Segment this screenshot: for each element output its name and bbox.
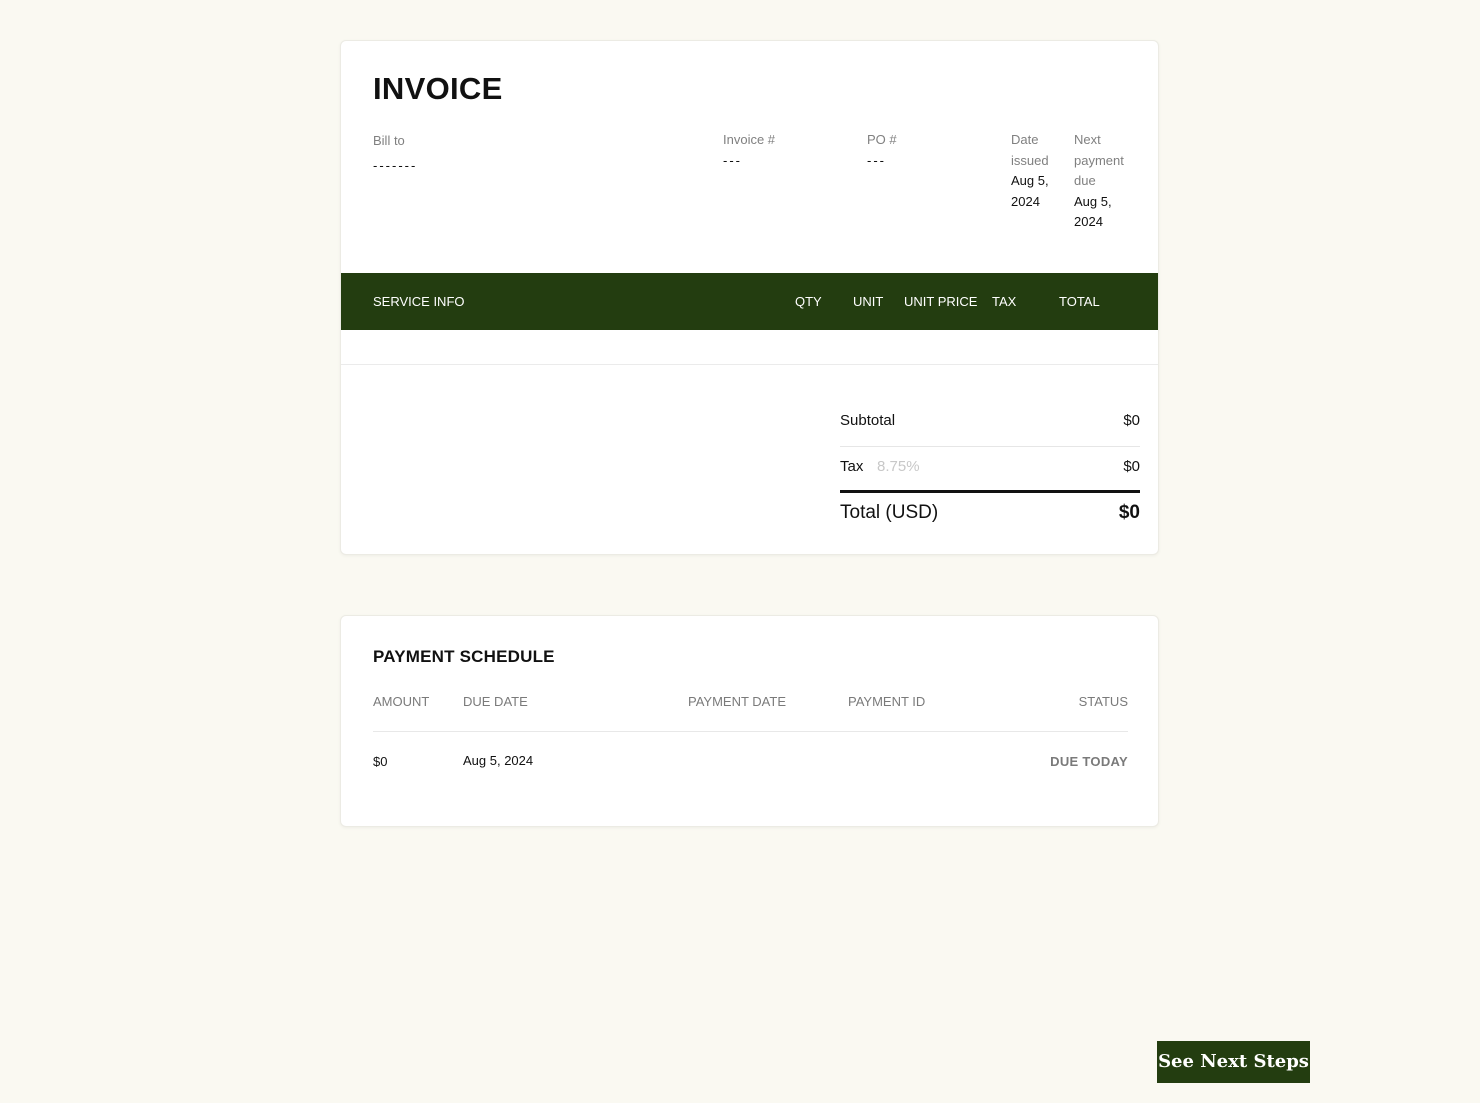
col-service-info: SERVICE INFO [373,294,465,309]
invoice-number-block: Invoice # --- [723,130,775,171]
date-issued-value: Aug 5, 2024 [1011,173,1049,209]
bill-to-block: Bill to ------- [373,131,417,176]
row-due-date: Aug 5, 2024 [463,753,534,768]
date-issued-label: Date issued [1011,132,1049,168]
row-amount: $0 [373,754,388,769]
col-amount: AMOUNT [373,694,430,709]
po-number-value: --- [867,152,886,168]
po-number-block: PO # --- [867,130,897,171]
total-value: $0 [1118,502,1140,523]
invoice-card: INVOICE Bill to ------- Invoice # --- PO… [340,40,1159,555]
next-payment-value: Aug 5, 2024 [1074,193,1112,230]
subtotal-value: $0 [1123,412,1140,429]
col-unit-price: UNIT PRICE [904,294,978,309]
invoice-title: INVOICE [373,71,503,106]
tax-label: Tax [840,458,864,475]
col-status: STATUS [1078,694,1128,709]
tax-rate: 8.75% [877,458,920,475]
col-tax: TAX [992,294,1017,309]
subtotal-label: Subtotal [840,412,896,429]
subtotal-divider [840,446,1140,447]
col-payment-id: PAYMENT ID [848,694,926,709]
next-payment-block: Next payment due Aug 5, 2024 [1074,130,1136,233]
status-badge: DUE TODAY [1050,754,1128,769]
date-issued-block: Date issued Aug 5, 2024 [1011,130,1057,212]
service-table-header: SERVICE INFO QTY UNIT UNIT PRICE TAX TOT… [341,273,1158,330]
bill-to-label: Bill to [373,133,405,148]
col-due-date: DUE DATE [463,694,528,709]
next-payment-label: Next payment due [1074,132,1124,188]
payment-schedule-title: PAYMENT SCHEDULE [373,647,555,666]
invoice-number-value: --- [723,152,742,168]
col-qty: QTY [795,294,822,309]
schedule-divider [373,731,1128,732]
total-divider [840,490,1140,493]
tax-value: $0 [1123,458,1140,475]
col-payment-date: PAYMENT DATE [688,694,786,709]
payment-schedule-card: PAYMENT SCHEDULE AMOUNT DUE DATE PAYMENT… [340,615,1159,827]
see-next-steps-button[interactable]: See Next Steps [1157,1041,1310,1083]
col-unit: UNIT [853,294,884,309]
col-total: TOTAL [1059,294,1100,309]
total-label: Total (USD) [840,502,939,523]
service-table-divider [341,364,1158,365]
po-number-label: PO # [867,132,897,147]
bill-to-value: ------- [373,157,418,173]
invoice-number-label: Invoice # [723,132,776,147]
